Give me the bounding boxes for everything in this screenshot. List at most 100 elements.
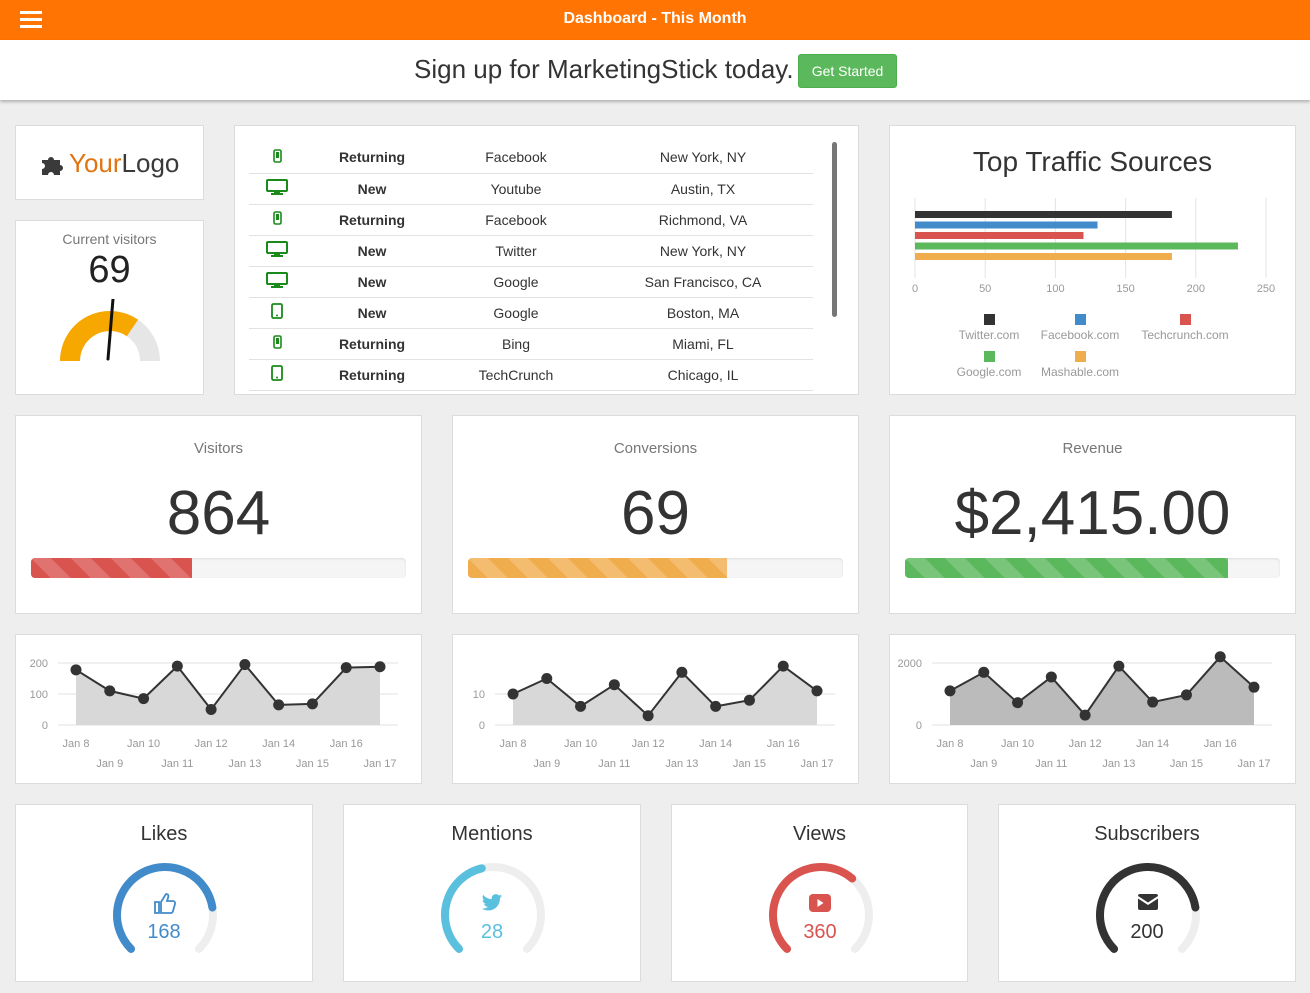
x-tick-label: Jan 11 [1035,758,1067,770]
data-point[interactable] [70,664,82,676]
data-point[interactable] [676,666,688,678]
thumbs-up-icon [154,893,177,914]
legend-label: Twitter.com [958,328,1020,342]
x-tick-label: Jan 9 [96,758,123,770]
data-point[interactable] [1248,681,1260,693]
stat-label: Revenue [1062,440,1123,457]
legend-label: Techcrunch.com [1141,328,1229,342]
signup-banner: Sign up for MarketingStick today. Get St… [0,40,1310,100]
x-tick-label: Jan 13 [228,758,261,770]
data-point[interactable] [1012,697,1024,709]
x-tick-label: Jan 8 [500,738,527,750]
visitor-location: Austin, TX [593,173,813,205]
x-tick-label: Jan 13 [1102,758,1135,770]
data-point[interactable] [1147,696,1159,708]
stat-value: 69 [621,479,690,548]
mentions-card: Mentions 28 [343,804,641,982]
traffic-source: Facebook [439,142,593,174]
likes-ring [113,863,217,953]
data-point[interactable] [1214,651,1226,663]
table-row: Returning Facebook New York, NY [249,142,813,174]
legend-item[interactable]: Techcrunch.com [1135,314,1235,342]
visits-table-card: Returning Facebook New York, NY New Youtube A… [234,125,859,395]
visitor-type: New [305,173,439,205]
data-point[interactable] [1180,689,1192,701]
puzzle-icon [42,157,63,175]
table-row: New Youtube Austin, TX [249,173,813,205]
legend-item[interactable]: Google.com [939,351,1039,379]
legend-item[interactable]: Mashable.com [1030,351,1130,379]
legend-swatch [1179,314,1191,325]
social-title: Subscribers [1094,823,1200,845]
traffic-source: Bing [439,328,593,360]
subscribers-card: Subscribers 200 [998,804,1296,982]
progress-track [468,558,843,578]
data-point[interactable] [507,688,519,700]
visitor-type: Returning [305,142,439,174]
x-tick-label: Jan 15 [733,758,766,770]
current-visitors-gauge [60,299,160,361]
data-point[interactable] [710,700,722,712]
revenue-line-chart-card: 2000 0 Jan 8 Jan 9 Jan 10 Jan 11 Jan 12 Jan 13 J… [889,634,1296,784]
data-point[interactable] [340,662,352,674]
mobile-icon [249,142,305,174]
desktop-icon [249,173,305,205]
visits-table: Returning Facebook New York, NY New Youtube A… [249,142,813,391]
x-tick-label: Jan 9 [970,758,997,770]
data-point[interactable] [374,661,386,673]
desktop-icon [249,235,305,267]
visitor-location: Boston, MA [593,297,813,329]
data-point[interactable] [138,693,150,705]
x-tick-label: Jan 12 [195,738,228,750]
tablet-icon [249,297,305,329]
data-point[interactable] [1045,671,1057,683]
x-tick-label: Jan 10 [1001,738,1034,750]
get-started-button[interactable]: Get Started [798,54,897,88]
x-tick-label: 200 [1187,283,1205,295]
conversions-line-chart-card: 10 0 Jan 8 Jan 9 Jan 10 Jan 11 Jan 12 Jan 13 Jan… [452,634,859,784]
stat-label: Visitors [194,440,243,457]
data-point[interactable] [811,685,823,697]
data-point[interactable] [205,704,217,715]
x-tick-label: Jan 11 [161,758,193,770]
x-tick-label: 250 [1257,283,1275,295]
data-point[interactable] [306,698,318,710]
social-title: Views [793,823,846,845]
data-point[interactable] [171,660,183,672]
data-point[interactable] [541,673,553,684]
progress-bar [468,558,727,578]
x-tick-label: Jan 16 [1204,738,1237,750]
table-scrollbar[interactable] [832,142,837,317]
data-point[interactable] [608,679,620,691]
legend-label: Google.com [956,365,1022,379]
data-point[interactable] [944,685,956,697]
data-point[interactable] [273,699,285,711]
legend-label: Facebook.com [1040,328,1120,342]
x-tick-label: Jan 16 [767,738,800,750]
desktop-icon [249,266,305,298]
data-point[interactable] [575,700,587,712]
visitor-location: New York, NY [593,142,813,174]
y-tick-label: 0 [42,720,48,732]
data-point[interactable] [642,710,654,722]
legend-item[interactable]: Facebook.com [1030,314,1130,342]
social-title: Mentions [451,823,533,845]
data-point[interactable] [104,685,116,697]
x-tick-label: Jan 8 [937,738,964,750]
data-point[interactable] [1079,709,1091,721]
data-point[interactable] [777,660,789,672]
legend-item[interactable]: Twitter.com [939,314,1039,342]
visitor-location: Richmond, VA [593,204,813,236]
traffic-source: Twitter [439,235,593,267]
subscribers-ring [1096,863,1200,953]
data-point[interactable] [743,694,755,706]
current-visitors-value: 69 [88,249,131,291]
legend-swatch [1074,351,1086,362]
gauge-fill [60,311,139,361]
y-tick-label: 200 [30,658,48,670]
envelope-icon [1138,894,1158,910]
data-point[interactable] [239,659,251,671]
data-point[interactable] [1113,660,1125,672]
legend-swatch [983,314,995,325]
data-point[interactable] [978,666,990,678]
